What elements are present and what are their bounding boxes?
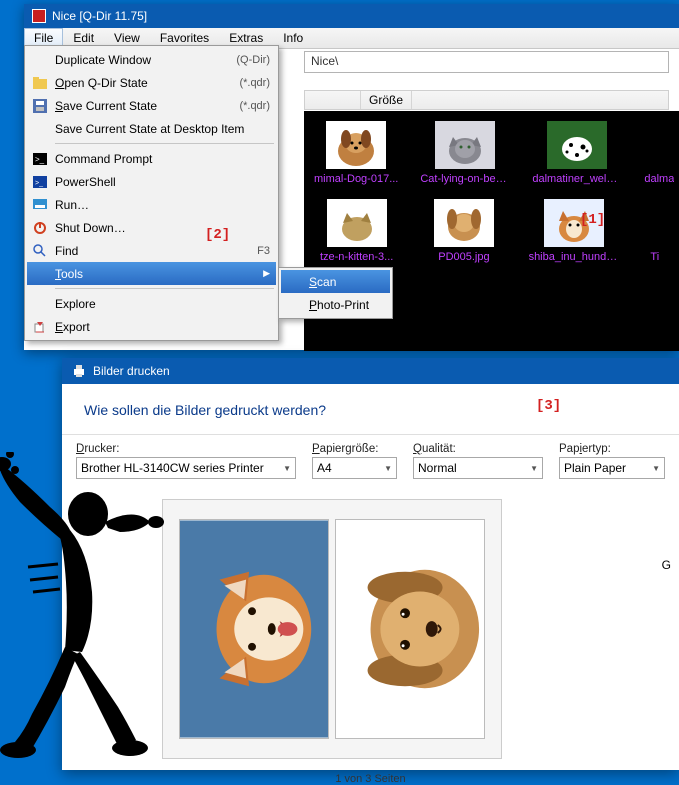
menu-run[interactable]: Run… [27, 193, 276, 216]
save-icon [32, 98, 48, 114]
submenu-arrow-icon: ▶ [263, 268, 270, 279]
quality-select[interactable]: Normal▼ [413, 457, 543, 479]
print-titlebar[interactable]: Bilder drucken [62, 358, 679, 384]
menu-save-desktop[interactable]: Save Current State at Desktop Item [27, 117, 276, 140]
paper-type-select[interactable]: Plain Paper▼ [559, 457, 665, 479]
chevron-down-icon: ▼ [652, 464, 660, 473]
menu-open-state[interactable]: Open Q-Dir State (*.qdr) [27, 71, 276, 94]
print-dialog: Bilder drucken Wie sollen die Bilder ged… [62, 358, 679, 770]
menu-explore[interactable]: Explore [27, 292, 276, 315]
printer-icon [72, 364, 86, 378]
titlebar[interactable]: Nice [Q-Dir 11.75] [24, 4, 679, 28]
file-menu-dropdown: Duplicate Window (Q-Dir) Open Q-Dir Stat… [24, 45, 279, 341]
menu-command-prompt[interactable]: >_ Command Prompt [27, 147, 276, 170]
print-title: Bilder drucken [93, 364, 170, 378]
col-size[interactable]: Größe [361, 91, 412, 109]
menu-save-state[interactable]: Save Current State (*.qdr) [27, 94, 276, 117]
thumb-item[interactable]: Ti [641, 199, 669, 263]
thumb-dalmatian [547, 121, 607, 169]
folder-icon [32, 75, 48, 91]
thumb-item[interactable]: tze-n-kitten-3... [314, 199, 399, 263]
print-heading: Wie sollen die Bilder gedruckt werden? [62, 384, 679, 435]
thumb-item[interactable]: shiba_inu_hund_l.jpg [529, 199, 619, 263]
thumb-item[interactable]: mimal-Dog-017... [314, 121, 398, 185]
paper-size-select[interactable]: A4▼ [312, 457, 397, 479]
menu-shutdown[interactable]: Shut Down… [27, 216, 276, 239]
export-icon [32, 319, 48, 335]
annotation-3: [3] [536, 398, 561, 414]
print-options-row: Drucker: Brother HL-3140CW series Printe… [62, 435, 679, 485]
thumb-partial [645, 199, 665, 247]
thumb-label: Ti [641, 251, 669, 263]
run-icon [32, 197, 48, 213]
thumb-pd005 [434, 199, 494, 247]
menu-duplicate-window[interactable]: Duplicate Window (Q-Dir) [27, 48, 276, 71]
submenu-photo-print[interactable]: Photo-Print [281, 293, 390, 316]
thumb-item[interactable]: dalmatiner_welpe... [532, 121, 622, 185]
thumb-cat [435, 121, 495, 169]
preview-golden-rotated [335, 519, 485, 739]
thumb-item[interactable]: PD005.jpg [421, 199, 506, 263]
annotation-1: [1] [580, 212, 605, 228]
search-icon [32, 243, 48, 259]
thumb-kitten [327, 199, 387, 247]
printer-label: Drucker: [76, 443, 296, 455]
thumb-label: PD005.jpg [421, 251, 506, 263]
col-blank[interactable] [305, 91, 361, 109]
powershell-icon: >_ [32, 174, 48, 190]
thumb-label: dalmatiner_welpe... [532, 173, 622, 185]
thumb-label: dalma [644, 173, 674, 185]
svg-text:>_: >_ [35, 155, 45, 164]
svg-text:>_: >_ [35, 180, 43, 187]
duplicate-icon [32, 52, 48, 68]
menu-tools[interactable]: Tools ▶ [27, 262, 276, 285]
menu-powershell[interactable]: >_ PowerShell [27, 170, 276, 193]
quality-label: Qualität: [413, 443, 543, 455]
side-label-g: G [662, 558, 671, 572]
power-icon [32, 220, 48, 236]
menu-info[interactable]: Info [273, 28, 313, 48]
app-icon [32, 9, 46, 23]
thumb-label: tze-n-kitten-3... [314, 251, 399, 263]
menu-separator [55, 143, 274, 144]
thumb-label: mimal-Dog-017... [314, 173, 398, 185]
tools-submenu: Scan Photo-Print [278, 267, 393, 319]
chevron-down-icon: ▼ [530, 464, 538, 473]
thumb-partial [649, 121, 669, 169]
chevron-down-icon: ▼ [384, 464, 392, 473]
thumb-label: Cat-lying-on-bed... [420, 173, 510, 185]
window-title: Nice [Q-Dir 11.75] [52, 9, 147, 23]
chevron-down-icon: ▼ [283, 464, 291, 473]
thumb-label: shiba_inu_hund_l.jpg [529, 251, 619, 263]
preview-shiba-rotated [179, 519, 329, 739]
menu-separator [55, 288, 274, 289]
menu-export[interactable]: Export [27, 315, 276, 338]
paper-size-label: Papiergröße: [312, 443, 397, 455]
column-headers: Größe [304, 90, 669, 110]
cmd-icon: >_ [32, 151, 48, 167]
submenu-scan[interactable]: Scan [281, 270, 390, 293]
annotation-2: [2] [205, 227, 230, 243]
thumb-item[interactable]: Cat-lying-on-bed... [420, 121, 510, 185]
thumb-item[interactable]: dalma [644, 121, 674, 185]
paper-type-label: Papiertyp: [559, 443, 665, 455]
menu-find[interactable]: Find F3 [27, 239, 276, 262]
print-preview [162, 499, 502, 759]
address-bar[interactable]: Nice\ [304, 51, 669, 73]
printer-select[interactable]: Brother HL-3140CW series Printer▼ [76, 457, 296, 479]
thumb-dog-golden [326, 121, 386, 169]
page-status: 1 von 3 Seiten [62, 773, 679, 785]
